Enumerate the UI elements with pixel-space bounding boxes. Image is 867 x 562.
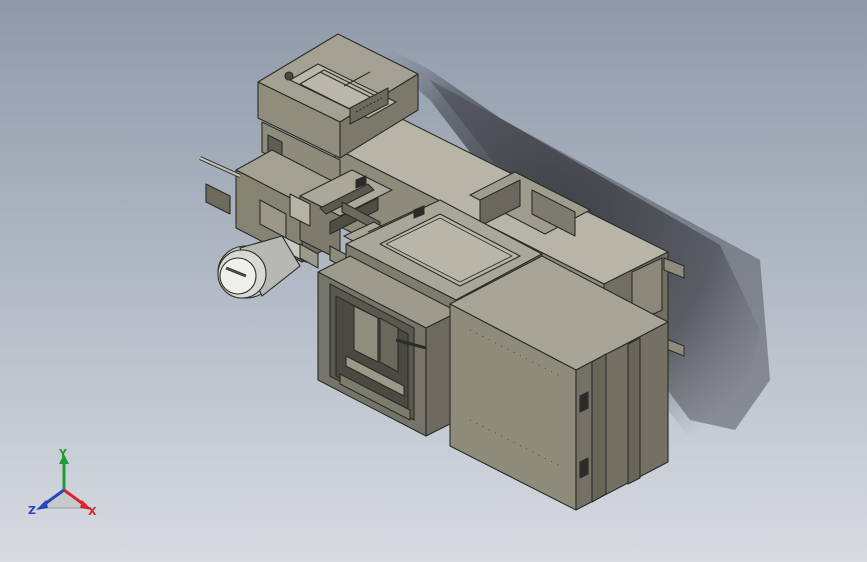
y-axis-label: Y xyxy=(59,447,67,460)
cad-viewport[interactable]: Y X Z xyxy=(0,0,867,562)
hydraulic-motor xyxy=(217,235,319,299)
coordinate-triad: Y X Z xyxy=(28,448,102,522)
x-axis-label: X xyxy=(88,505,97,518)
machine-3d-model[interactable] xyxy=(0,0,867,562)
z-axis-label: Z xyxy=(28,504,36,517)
